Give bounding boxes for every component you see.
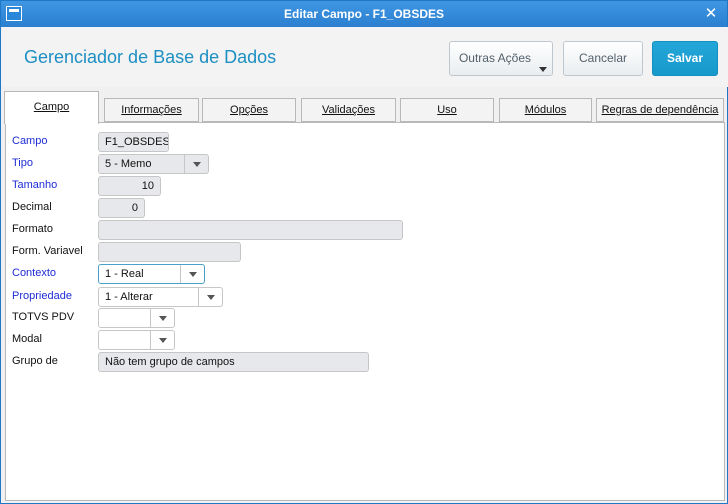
grupo-de-label: Grupo de (12, 355, 58, 367)
form-variavel-label: Form. Variavel (12, 245, 83, 257)
chevron-down-icon (184, 155, 208, 173)
cancel-button[interactable]: Cancelar (563, 41, 643, 76)
tipo-label: Tipo (12, 157, 33, 169)
contexto-select[interactable]: 1 - Real (98, 264, 205, 284)
decimal-field[interactable]: 0 (98, 198, 145, 218)
tab-bar: Campo Informações Opções Validações Uso … (4, 91, 726, 124)
propriedade-label: Propriedade (12, 290, 72, 302)
decimal-label: Decimal (12, 201, 52, 213)
campo-label: Campo (12, 135, 48, 147)
propriedade-value: 1 - Alterar (105, 291, 153, 303)
tab-campo[interactable]: Campo (4, 91, 99, 124)
more-actions-button[interactable]: Outras Ações (449, 41, 553, 76)
formato-field[interactable] (98, 220, 403, 240)
modal-select[interactable] (98, 330, 175, 350)
tab-uso[interactable]: Uso (400, 98, 494, 122)
totvs-pdv-select[interactable] (98, 308, 175, 328)
chevron-down-icon (180, 265, 204, 283)
tipo-select[interactable]: 5 - Memo (98, 154, 209, 174)
contexto-label: Contexto (12, 267, 57, 279)
tab-validacoes[interactable]: Validações (301, 98, 396, 122)
save-button[interactable]: Salvar (652, 41, 718, 76)
propriedade-select[interactable]: 1 - Alterar (98, 287, 223, 307)
modal-label: Modal (12, 333, 42, 345)
chevron-down-icon (539, 67, 547, 72)
tipo-value: 5 - Memo (105, 158, 152, 170)
campo-field[interactable]: F1_OBSDES (98, 132, 169, 152)
tab-opcoes[interactable]: Opções (202, 98, 296, 122)
chevron-down-icon (150, 309, 174, 327)
tab-modulos[interactable]: Módulos (499, 98, 592, 122)
edit-field-window: Editar Campo - F1_OBSDES ✕ Gerenciador d… (0, 0, 728, 504)
grupo-de-field[interactable]: Não tem grupo de campos (98, 352, 369, 372)
app-title: Gerenciador de Base de Dados (24, 47, 277, 67)
tamanho-field[interactable]: 10 (98, 176, 161, 196)
header: Gerenciador de Base de Dados Outras Açõe… (2, 27, 728, 87)
form-variavel-field[interactable] (98, 242, 241, 262)
tamanho-label: Tamanho (12, 179, 58, 191)
tab-regras-dependencia[interactable]: Regras de dependência (596, 98, 724, 122)
chevron-down-icon (150, 331, 174, 349)
title-bar: Editar Campo - F1_OBSDES ✕ (1, 1, 727, 27)
window-title: Editar Campo - F1_OBSDES (283, 7, 445, 21)
more-actions-label: Outras Ações (458, 51, 532, 65)
campo-panel: Campo F1_OBSDES Tipo 5 - Memo Tamanho 10… (5, 122, 725, 501)
close-icon[interactable]: ✕ (702, 4, 720, 22)
formato-label: Formato (12, 223, 53, 235)
contexto-value: 1 - Real (105, 268, 144, 280)
totvs-pdv-label: TOTVS PDV (12, 311, 75, 323)
tab-informacoes[interactable]: Informações (104, 98, 199, 122)
chevron-down-icon (198, 288, 222, 306)
